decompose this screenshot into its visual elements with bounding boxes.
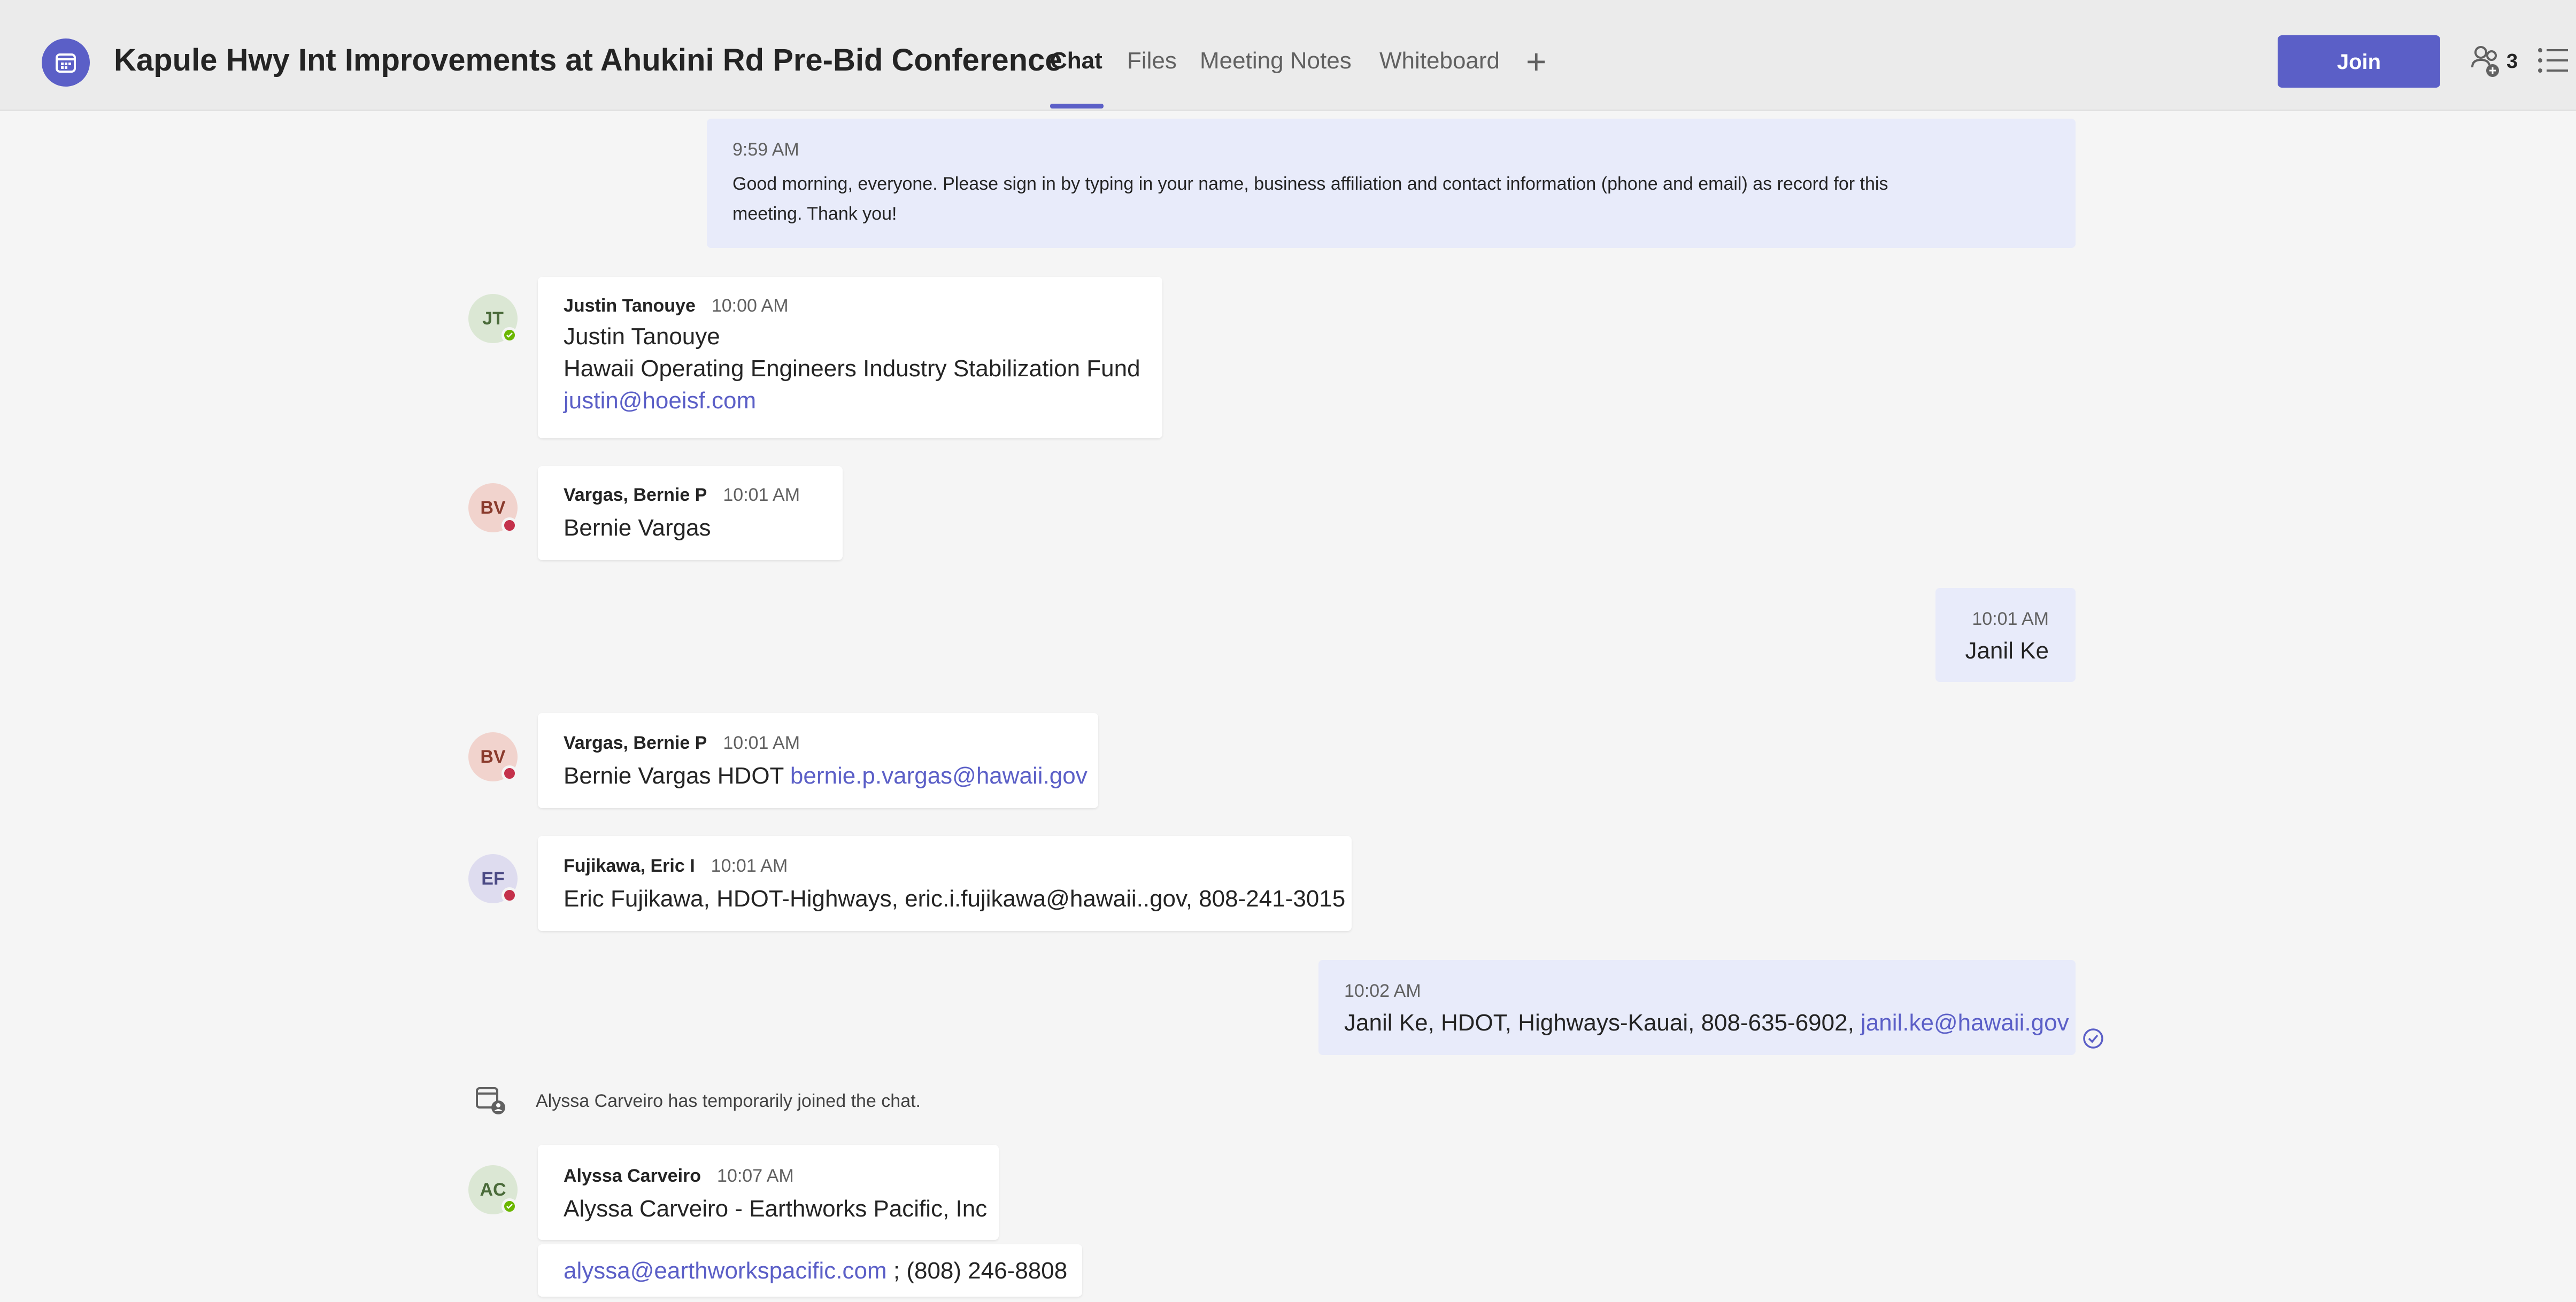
busy-presence-icon	[502, 887, 518, 903]
join-button[interactable]: Join	[2278, 35, 2440, 88]
sender-name: Fujikawa, Eric I	[564, 856, 695, 876]
add-icon: +	[1526, 42, 1547, 81]
sender-name: Justin Tanouye	[564, 296, 696, 316]
own-message: 10:01 AM Janil Ke	[1935, 588, 2076, 682]
message-text: alyssa@earthworkspacific.com ; (808) 246…	[564, 1255, 1067, 1287]
message-text: Eric Fujikawa, HDOT-Highways, eric.i.fuj…	[564, 886, 1346, 912]
meeting-header: Kapule Hwy Int Improvements at Ahukini R…	[0, 0, 2576, 111]
add-tab-button[interactable]: +	[1526, 44, 1547, 79]
guest-joined-icon	[476, 1087, 505, 1114]
own-message: 9:59 AM Good morning, everyone. Please s…	[707, 119, 2076, 248]
meeting-title: Kapule Hwy Int Improvements at Ahukini R…	[114, 43, 1062, 78]
message-time: 10:01 AM	[711, 856, 788, 876]
message-text: Alyssa Carveiro - Earthworks Pacific, In…	[564, 1196, 988, 1222]
sender-name: Vargas, Bernie P	[564, 733, 707, 753]
message-text-part: Bernie Vargas HDOT	[564, 763, 790, 789]
available-presence-icon	[502, 1198, 518, 1214]
message-bubble: Vargas, Bernie P 10:01 AM Bernie Vargas H…	[538, 713, 1098, 808]
sender-name: Alyssa Carveiro	[564, 1166, 701, 1186]
message-time: 10:00 AM	[711, 296, 789, 316]
available-presence-icon	[502, 327, 518, 343]
meeting-calendar-icon	[42, 38, 90, 87]
email-link[interactable]: alyssa@earthworkspacific.com	[564, 1258, 887, 1284]
message-bubble: Alyssa Carveiro 10:07 AM Alyssa Carveiro …	[538, 1145, 999, 1240]
email-link[interactable]: janil.ke@hawaii.gov	[1861, 1010, 2069, 1036]
email-link[interactable]: bernie.p.vargas@hawaii.gov	[790, 763, 1088, 789]
message-text: Bernie Vargas	[564, 515, 711, 541]
email-link[interactable]: justin@hoeisf.com	[564, 385, 756, 417]
message-time: 9:59 AM	[732, 140, 799, 160]
message-bubble: Fujikawa, Eric I 10:01 AM Eric Fujikawa, …	[538, 836, 1352, 931]
message-text: Justin Tanouye	[564, 323, 720, 350]
message-text: Janil Ke	[1965, 638, 2049, 664]
participants-button[interactable]: 3	[2470, 43, 2534, 80]
message-bubble: Vargas, Bernie P 10:01 AM Bernie Vargas	[538, 466, 843, 560]
message-text: Hawaii Operating Engineers Industry Stab…	[564, 355, 1140, 382]
busy-presence-icon	[502, 517, 518, 533]
message-text-part: Janil Ke, HDOT, Highways-Kauai, 808-635-…	[1344, 1010, 1861, 1036]
message-text: Good morning, everyone. Please sign in b…	[732, 174, 1888, 194]
participant-count: 3	[2506, 50, 2518, 73]
message-text: meeting. Thank you!	[732, 204, 897, 224]
message-time: 10:02 AM	[1344, 981, 1421, 1001]
message-time: 10:01 AM	[1972, 609, 2049, 629]
tab-chat[interactable]: Chat	[1050, 46, 1102, 76]
message-time: 10:07 AM	[717, 1166, 794, 1186]
tab-whiteboard[interactable]: Whiteboard	[1379, 46, 1500, 76]
tab-files[interactable]: Files	[1127, 46, 1177, 76]
list-icon[interactable]	[2537, 46, 2569, 75]
system-message: Alyssa Carveiro has temporarily joined t…	[536, 1091, 921, 1111]
people-icon	[2471, 46, 2499, 77]
message-bubble: alyssa@earthworkspacific.com ; (808) 246…	[538, 1244, 1082, 1297]
message-time: 10:01 AM	[723, 733, 800, 753]
message-bubble: Justin Tanouye 10:00 AM Justin Tanouye Ha…	[538, 277, 1162, 438]
message-text: Janil Ke, HDOT, Highways-Kauai, 808-635-…	[1344, 1007, 2069, 1039]
active-tab-indicator	[1050, 104, 1104, 108]
busy-presence-icon	[502, 765, 518, 781]
sender-name: Vargas, Bernie P	[564, 485, 707, 505]
own-message: 10:02 AM Janil Ke, HDOT, Highways-Kauai,…	[1318, 960, 2076, 1055]
message-text: Bernie Vargas HDOT bernie.p.vargas@hawai…	[564, 760, 1088, 792]
phone-text: ; (808) 246-8808	[886, 1258, 1068, 1284]
tab-meeting-notes[interactable]: Meeting Notes	[1200, 46, 1352, 76]
message-time: 10:01 AM	[723, 485, 800, 505]
read-receipt-icon	[2083, 1028, 2103, 1049]
